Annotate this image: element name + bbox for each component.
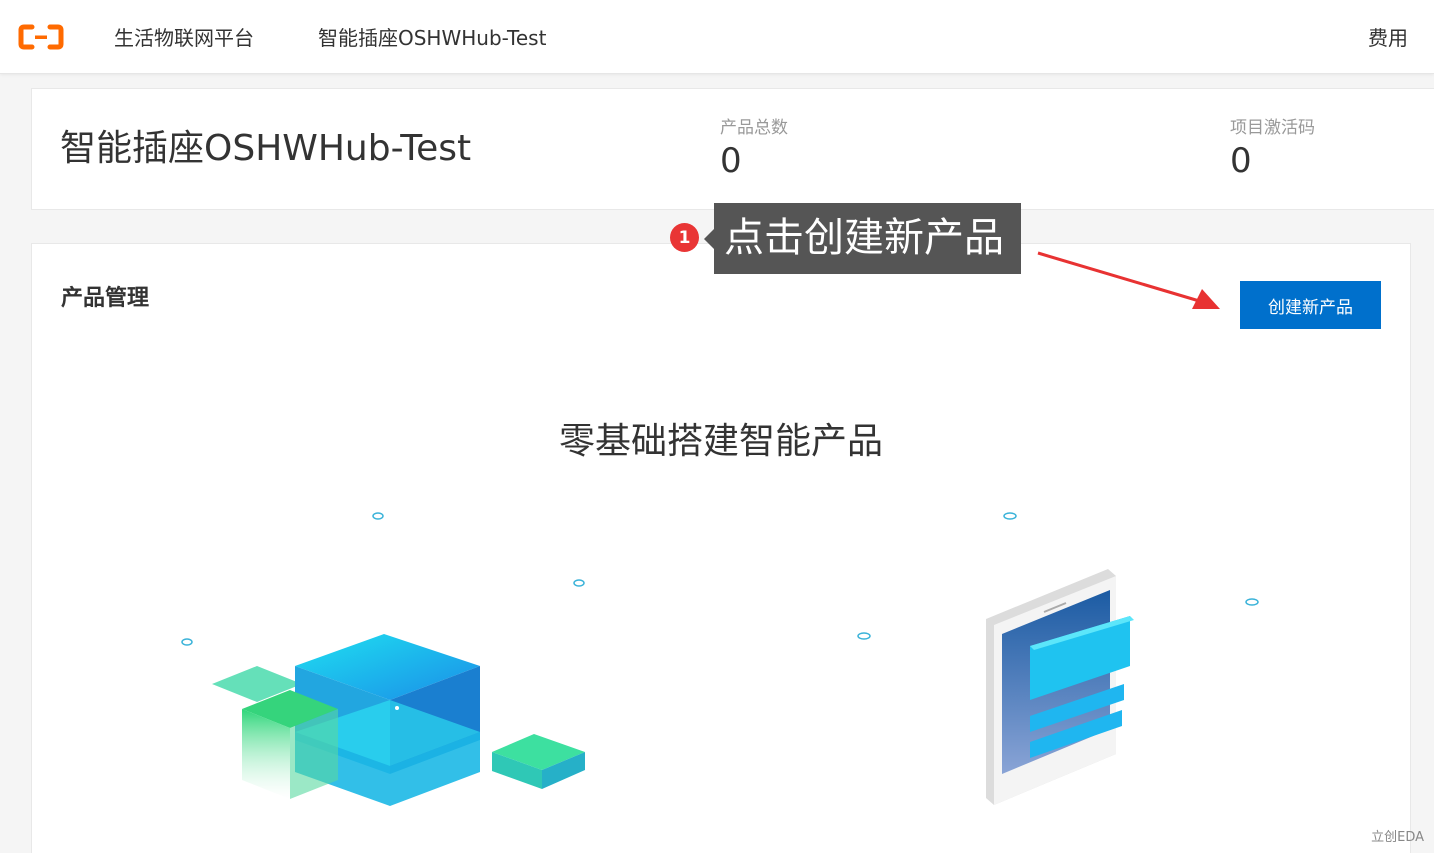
aliyun-logo-icon[interactable] [18, 23, 64, 51]
hero-title: 零基础搭建智能产品 [558, 421, 883, 462]
nav-platform-link[interactable]: 生活物联网平台 [114, 24, 254, 52]
create-product-button[interactable]: 创建新产品 [1240, 281, 1381, 329]
watermark: 立创EDA [1371, 830, 1424, 845]
product-management-card: 产品管理 创建新产品 零基础搭建智能产品 [31, 243, 1411, 853]
activation-code-value: 0 [1230, 141, 1252, 181]
activation-code-label: 项目激活码 [1230, 118, 1315, 138]
arrow-icon [1037, 251, 1220, 309]
section-title: 产品管理 [61, 286, 150, 311]
project-summary-card: 智能插座OSHWHub-Test 产品总数 0 项目激活码 0 [31, 88, 1434, 210]
nav-billing-link[interactable]: 费用 [1368, 24, 1408, 52]
product-count-label: 产品总数 [720, 118, 788, 138]
tutorial-tooltip: 点击创建新产品 [704, 203, 1021, 274]
step-badge: 1 [670, 223, 699, 252]
product-count-value: 0 [720, 141, 742, 181]
nav-project-link[interactable]: 智能插座OSHWHub-Test [318, 24, 546, 52]
project-title: 智能插座OSHWHub-Test [60, 128, 472, 169]
top-navbar: 生活物联网平台 智能插座OSHWHub-Test 费用 [0, 0, 1434, 74]
cubes-illustration [181, 512, 585, 806]
tablet-illustration [857, 512, 1259, 805]
